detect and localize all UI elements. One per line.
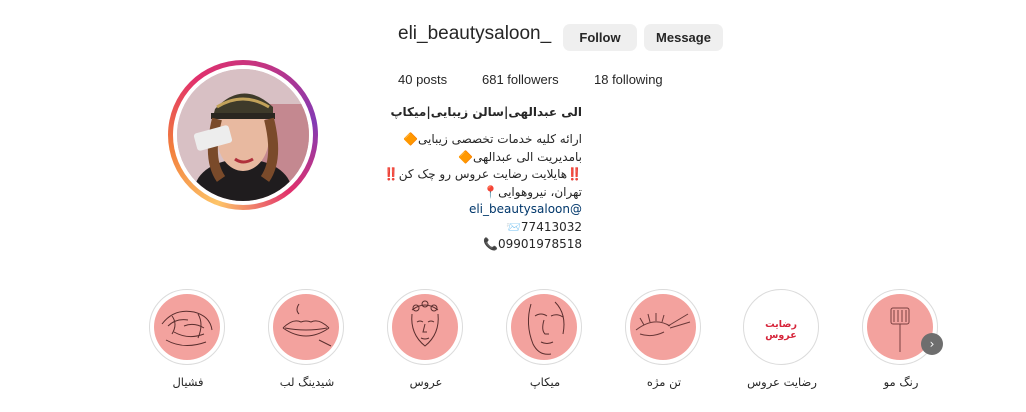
followers-count[interactable]: 681 followers — [482, 72, 559, 87]
message-button[interactable]: Message — [644, 24, 723, 51]
highlight-item[interactable]: میکاپ — [506, 289, 584, 389]
bio-line: 09901978518📞 — [483, 237, 582, 251]
eyelash-icon — [635, 313, 691, 337]
highlight-item[interactable]: رضایت عروس رضایت عروس — [743, 289, 821, 389]
highlight-ring — [387, 289, 463, 365]
profile-username: eli_beautysaloon_ — [398, 23, 552, 44]
highlight-item[interactable]: شیدینگ لب — [268, 289, 346, 389]
face-line-icon — [527, 301, 565, 355]
highlight-label: شیدینگ لب — [279, 375, 335, 389]
avatar-photo-icon — [177, 69, 309, 201]
bio-line: 77413032📨 — [505, 219, 582, 234]
highlight-label: تن مژه — [646, 375, 682, 389]
highlight-ring — [625, 289, 701, 365]
bio-mention-link[interactable]: @eli_beautysaloon — [384, 201, 582, 219]
bio-line: ارائه کلیه خدمات تخصصی زیبایی🔶 — [403, 132, 582, 146]
bio-display-name: الی عبدالهی|سالن زیبایی|میکاپ — [390, 105, 582, 119]
highlight-item[interactable]: عروس — [387, 289, 465, 389]
highlight-item[interactable]: فشیال — [149, 289, 227, 389]
bride-icon — [411, 300, 439, 347]
highlight-label: فشیال — [172, 375, 204, 389]
highlight-cover — [154, 294, 220, 360]
highlight-label: عروس — [409, 375, 443, 389]
lips-icon — [282, 303, 332, 347]
avatar — [177, 69, 309, 201]
highlight-cover — [511, 294, 577, 360]
highlight-ring — [268, 289, 344, 365]
profile-bio: الی عبدالهی|سالن زیبایی|میکاپ ارائه کلیه… — [384, 105, 582, 254]
highlight-ring — [149, 289, 225, 365]
highlight-item[interactable]: تن مژه — [625, 289, 703, 389]
highlight-ring: رضایت عروس — [743, 289, 819, 365]
highlight-ring — [506, 289, 582, 365]
highlight-label: رضایت عروس — [747, 375, 817, 389]
posts-count[interactable]: 40 posts — [398, 72, 447, 87]
following-count[interactable]: 18 following — [594, 72, 663, 87]
facial-icon — [161, 310, 213, 346]
highlight-cover — [273, 294, 339, 360]
highlight-cover — [630, 294, 696, 360]
highlights-next-button[interactable]: › — [921, 333, 943, 355]
highlight-label: رنگ مو — [883, 375, 919, 389]
highlight-cover-text: رضایت عروس — [765, 319, 797, 341]
bio-line: بامدیریت الی عبدالهی🔶 — [458, 149, 582, 164]
bio-line: ‼️هایلایت رضایت عروس رو چک کن‼️ — [383, 167, 582, 181]
follow-button[interactable]: Follow — [563, 24, 637, 51]
profile-avatar-ring[interactable] — [168, 60, 318, 210]
highlight-cover — [392, 294, 458, 360]
highlight-label: میکاپ — [529, 375, 561, 389]
chevron-right-icon: › — [929, 337, 935, 351]
avatar-frame — [173, 65, 313, 205]
bio-line: تهران، نیروهوایی📍 — [483, 184, 582, 199]
highlight-cover: رضایت عروس — [748, 294, 814, 360]
